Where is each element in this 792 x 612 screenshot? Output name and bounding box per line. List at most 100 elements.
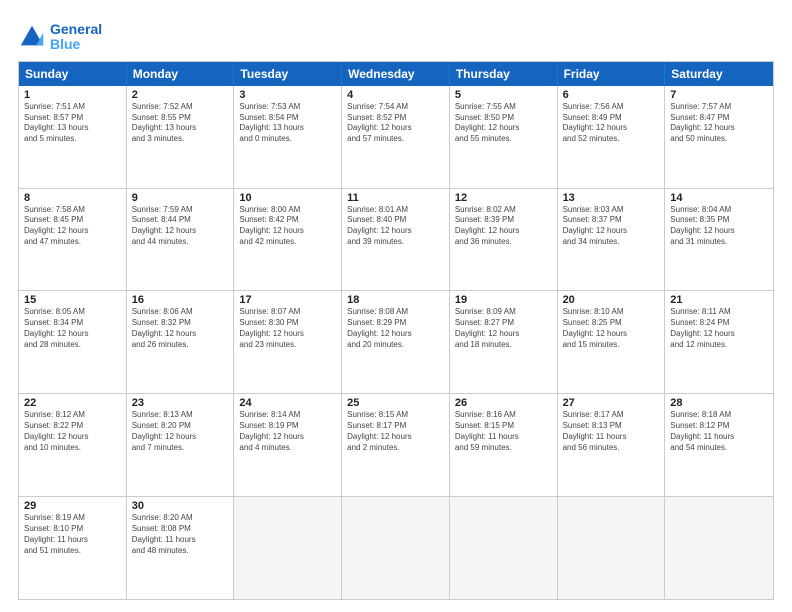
calendar-cell (342, 497, 450, 599)
day-number: 28 (670, 397, 768, 409)
day-info: Sunrise: 7:52 AM Sunset: 8:55 PM Dayligh… (132, 102, 229, 145)
calendar-cell: 1Sunrise: 7:51 AM Sunset: 8:57 PM Daylig… (19, 86, 127, 188)
calendar-header-cell: Wednesday (342, 62, 450, 86)
day-number: 30 (132, 500, 229, 512)
day-number: 29 (24, 500, 121, 512)
calendar-body: 1Sunrise: 7:51 AM Sunset: 8:57 PM Daylig… (19, 86, 773, 599)
day-info: Sunrise: 7:51 AM Sunset: 8:57 PM Dayligh… (24, 102, 121, 145)
calendar-cell (450, 497, 558, 599)
calendar-cell: 23Sunrise: 8:13 AM Sunset: 8:20 PM Dayli… (127, 394, 235, 496)
calendar-cell: 17Sunrise: 8:07 AM Sunset: 8:30 PM Dayli… (234, 291, 342, 393)
day-info: Sunrise: 8:05 AM Sunset: 8:34 PM Dayligh… (24, 307, 121, 350)
day-number: 15 (24, 294, 121, 306)
calendar-cell: 22Sunrise: 8:12 AM Sunset: 8:22 PM Dayli… (19, 394, 127, 496)
calendar-cell: 16Sunrise: 8:06 AM Sunset: 8:32 PM Dayli… (127, 291, 235, 393)
calendar-cell: 9Sunrise: 7:59 AM Sunset: 8:44 PM Daylig… (127, 189, 235, 291)
day-info: Sunrise: 8:14 AM Sunset: 8:19 PM Dayligh… (239, 410, 336, 453)
calendar-cell: 26Sunrise: 8:16 AM Sunset: 8:15 PM Dayli… (450, 394, 558, 496)
day-number: 7 (670, 89, 768, 101)
calendar-cell: 8Sunrise: 7:58 AM Sunset: 8:45 PM Daylig… (19, 189, 127, 291)
calendar-header-cell: Monday (127, 62, 235, 86)
day-info: Sunrise: 8:02 AM Sunset: 8:39 PM Dayligh… (455, 205, 552, 248)
day-number: 26 (455, 397, 552, 409)
calendar-cell: 13Sunrise: 8:03 AM Sunset: 8:37 PM Dayli… (558, 189, 666, 291)
day-number: 22 (24, 397, 121, 409)
day-number: 10 (239, 192, 336, 204)
day-info: Sunrise: 8:12 AM Sunset: 8:22 PM Dayligh… (24, 410, 121, 453)
calendar-cell (234, 497, 342, 599)
day-number: 21 (670, 294, 768, 306)
calendar-row: 8Sunrise: 7:58 AM Sunset: 8:45 PM Daylig… (19, 188, 773, 291)
day-info: Sunrise: 8:04 AM Sunset: 8:35 PM Dayligh… (670, 205, 768, 248)
logo-icon (18, 23, 46, 51)
day-number: 18 (347, 294, 444, 306)
day-info: Sunrise: 8:01 AM Sunset: 8:40 PM Dayligh… (347, 205, 444, 248)
day-info: Sunrise: 8:20 AM Sunset: 8:08 PM Dayligh… (132, 513, 229, 556)
calendar-cell: 30Sunrise: 8:20 AM Sunset: 8:08 PM Dayli… (127, 497, 235, 599)
page: General Blue SundayMondayTuesdayWednesda… (0, 0, 792, 612)
calendar-cell: 4Sunrise: 7:54 AM Sunset: 8:52 PM Daylig… (342, 86, 450, 188)
day-info: Sunrise: 8:06 AM Sunset: 8:32 PM Dayligh… (132, 307, 229, 350)
calendar-cell: 19Sunrise: 8:09 AM Sunset: 8:27 PM Dayli… (450, 291, 558, 393)
day-info: Sunrise: 8:07 AM Sunset: 8:30 PM Dayligh… (239, 307, 336, 350)
day-number: 6 (563, 89, 660, 101)
day-info: Sunrise: 7:59 AM Sunset: 8:44 PM Dayligh… (132, 205, 229, 248)
calendar-cell: 29Sunrise: 8:19 AM Sunset: 8:10 PM Dayli… (19, 497, 127, 599)
day-info: Sunrise: 7:58 AM Sunset: 8:45 PM Dayligh… (24, 205, 121, 248)
day-info: Sunrise: 7:54 AM Sunset: 8:52 PM Dayligh… (347, 102, 444, 145)
calendar-cell: 24Sunrise: 8:14 AM Sunset: 8:19 PM Dayli… (234, 394, 342, 496)
day-number: 20 (563, 294, 660, 306)
day-info: Sunrise: 7:56 AM Sunset: 8:49 PM Dayligh… (563, 102, 660, 145)
day-info: Sunrise: 8:08 AM Sunset: 8:29 PM Dayligh… (347, 307, 444, 350)
calendar-cell: 6Sunrise: 7:56 AM Sunset: 8:49 PM Daylig… (558, 86, 666, 188)
day-info: Sunrise: 8:17 AM Sunset: 8:13 PM Dayligh… (563, 410, 660, 453)
day-number: 13 (563, 192, 660, 204)
calendar-cell: 10Sunrise: 8:00 AM Sunset: 8:42 PM Dayli… (234, 189, 342, 291)
day-info: Sunrise: 7:55 AM Sunset: 8:50 PM Dayligh… (455, 102, 552, 145)
day-number: 9 (132, 192, 229, 204)
day-number: 25 (347, 397, 444, 409)
day-info: Sunrise: 8:11 AM Sunset: 8:24 PM Dayligh… (670, 307, 768, 350)
day-info: Sunrise: 8:00 AM Sunset: 8:42 PM Dayligh… (239, 205, 336, 248)
calendar-cell: 12Sunrise: 8:02 AM Sunset: 8:39 PM Dayli… (450, 189, 558, 291)
day-number: 23 (132, 397, 229, 409)
day-number: 1 (24, 89, 121, 101)
day-number: 4 (347, 89, 444, 101)
day-info: Sunrise: 8:16 AM Sunset: 8:15 PM Dayligh… (455, 410, 552, 453)
day-number: 11 (347, 192, 444, 204)
day-number: 24 (239, 397, 336, 409)
calendar-header-cell: Thursday (450, 62, 558, 86)
calendar-cell: 25Sunrise: 8:15 AM Sunset: 8:17 PM Dayli… (342, 394, 450, 496)
calendar-cell: 14Sunrise: 8:04 AM Sunset: 8:35 PM Dayli… (665, 189, 773, 291)
calendar-row: 29Sunrise: 8:19 AM Sunset: 8:10 PM Dayli… (19, 496, 773, 599)
day-info: Sunrise: 7:57 AM Sunset: 8:47 PM Dayligh… (670, 102, 768, 145)
calendar-header-cell: Sunday (19, 62, 127, 86)
calendar-cell: 3Sunrise: 7:53 AM Sunset: 8:54 PM Daylig… (234, 86, 342, 188)
day-info: Sunrise: 8:03 AM Sunset: 8:37 PM Dayligh… (563, 205, 660, 248)
header: General Blue (18, 18, 774, 53)
day-number: 12 (455, 192, 552, 204)
calendar-cell: 28Sunrise: 8:18 AM Sunset: 8:12 PM Dayli… (665, 394, 773, 496)
calendar-cell: 2Sunrise: 7:52 AM Sunset: 8:55 PM Daylig… (127, 86, 235, 188)
day-number: 5 (455, 89, 552, 101)
calendar-cell: 20Sunrise: 8:10 AM Sunset: 8:25 PM Dayli… (558, 291, 666, 393)
calendar-cell: 21Sunrise: 8:11 AM Sunset: 8:24 PM Dayli… (665, 291, 773, 393)
logo: General Blue (18, 22, 102, 53)
calendar-row: 22Sunrise: 8:12 AM Sunset: 8:22 PM Dayli… (19, 393, 773, 496)
day-info: Sunrise: 8:18 AM Sunset: 8:12 PM Dayligh… (670, 410, 768, 453)
day-number: 16 (132, 294, 229, 306)
logo-text: General Blue (50, 22, 102, 53)
calendar-header-cell: Saturday (665, 62, 773, 86)
calendar-cell (558, 497, 666, 599)
day-info: Sunrise: 7:53 AM Sunset: 8:54 PM Dayligh… (239, 102, 336, 145)
calendar-cell: 5Sunrise: 7:55 AM Sunset: 8:50 PM Daylig… (450, 86, 558, 188)
calendar-cell: 7Sunrise: 7:57 AM Sunset: 8:47 PM Daylig… (665, 86, 773, 188)
day-number: 8 (24, 192, 121, 204)
calendar-header: SundayMondayTuesdayWednesdayThursdayFrid… (19, 62, 773, 86)
calendar-header-cell: Tuesday (234, 62, 342, 86)
day-info: Sunrise: 8:13 AM Sunset: 8:20 PM Dayligh… (132, 410, 229, 453)
calendar-cell: 27Sunrise: 8:17 AM Sunset: 8:13 PM Dayli… (558, 394, 666, 496)
day-info: Sunrise: 8:15 AM Sunset: 8:17 PM Dayligh… (347, 410, 444, 453)
calendar-cell: 15Sunrise: 8:05 AM Sunset: 8:34 PM Dayli… (19, 291, 127, 393)
day-number: 3 (239, 89, 336, 101)
